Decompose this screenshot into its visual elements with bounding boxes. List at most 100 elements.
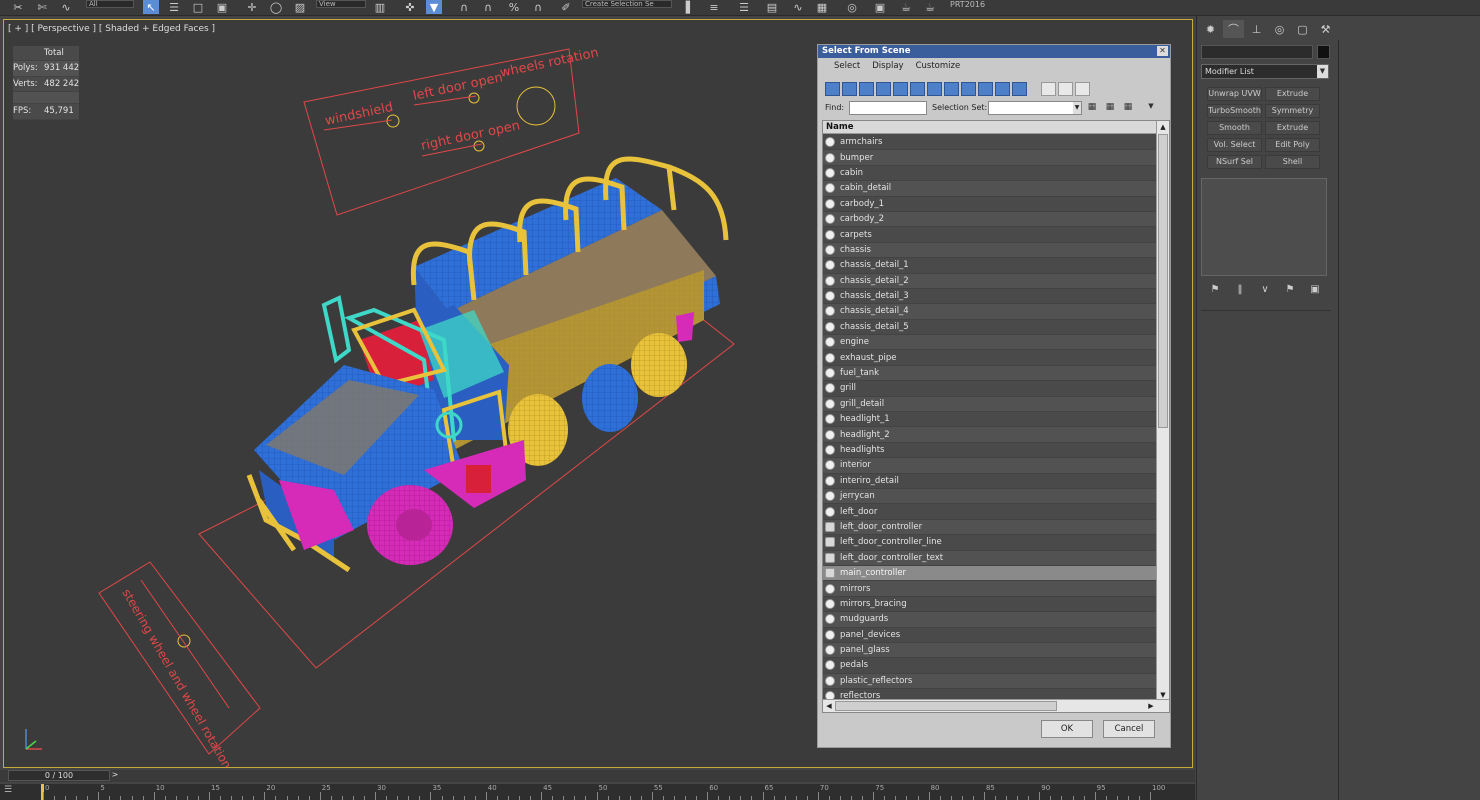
modifier-button-edit-poly[interactable]: Edit Poly xyxy=(1265,138,1320,152)
list-item[interactable]: carpets xyxy=(823,227,1157,243)
menu-select[interactable]: Select xyxy=(828,61,866,71)
find-input[interactable] xyxy=(849,101,927,115)
jerrycan[interactable] xyxy=(466,465,491,493)
scene-object-list[interactable]: Name armchairs bumper cabin cabin_detail car… xyxy=(822,120,1170,713)
list-item[interactable]: cabin_detail xyxy=(823,181,1157,197)
modifier-button-extrude[interactable]: Extrude xyxy=(1265,87,1320,101)
list-item[interactable]: mirrors_bracing xyxy=(823,596,1157,613)
filter-options-icon[interactable] xyxy=(1115,82,1130,96)
list-item[interactable]: exhaust_pipe xyxy=(823,350,1157,366)
time-slider[interactable]: 0 / 100 xyxy=(8,770,110,781)
modifier-button-nsurf-sel[interactable]: NSurf Sel xyxy=(1207,155,1262,169)
list-item[interactable]: chassis_detail_1 xyxy=(823,258,1157,274)
bind-spacewarp-icon[interactable]: ∿ xyxy=(58,0,74,14)
hierarchy-tab-icon[interactable]: ⊥ xyxy=(1246,20,1267,38)
controls-panel-helper[interactable] xyxy=(303,48,580,216)
modifier-button-vol-select[interactable]: Vol. Select xyxy=(1207,138,1262,152)
dropdown-arrow-icon[interactable]: ▼ xyxy=(1145,102,1157,114)
list-item[interactable]: mudguards xyxy=(823,612,1157,628)
display-spacewarps-icon[interactable] xyxy=(910,82,925,96)
list-item[interactable]: chassis_detail_2 xyxy=(823,273,1157,289)
object-name-field[interactable] xyxy=(1201,45,1313,59)
list-item[interactable]: chassis_detail_3 xyxy=(823,288,1157,305)
list-item[interactable]: jerrycan xyxy=(823,488,1157,505)
select-all-icon[interactable] xyxy=(1041,82,1056,96)
display-tab-icon[interactable]: ▢ xyxy=(1292,20,1313,38)
scene-explorer-icon[interactable]: ▤ xyxy=(764,0,780,14)
display-bones-icon[interactable] xyxy=(961,82,976,96)
pin-stack-icon[interactable]: ⚑ xyxy=(1205,284,1225,295)
list-item[interactable]: left_door_controller_text xyxy=(823,550,1157,566)
scroll-up-icon[interactable]: ▲ xyxy=(1157,121,1169,133)
list-item[interactable]: bumper xyxy=(823,150,1157,166)
modifier-stack[interactable] xyxy=(1201,178,1327,276)
object-color-swatch[interactable] xyxy=(1317,45,1330,59)
vertical-scroll-thumb[interactable] xyxy=(1158,134,1168,428)
left-door-controller[interactable] xyxy=(468,92,480,104)
wheels-rotation-controller[interactable] xyxy=(516,86,556,126)
list-item[interactable]: headlight_2 xyxy=(823,427,1157,443)
align-icon[interactable]: ≡ xyxy=(706,0,722,14)
mirror-left[interactable] xyxy=(321,295,352,364)
display-containers-icon[interactable] xyxy=(978,82,993,96)
select-object-icon[interactable]: ↖ xyxy=(143,0,159,14)
selection-filter-dropdown[interactable]: All xyxy=(86,0,134,8)
unlink-icon[interactable]: ✄ xyxy=(34,0,50,14)
keyboard-shortcut-icon[interactable]: ▼ xyxy=(426,0,442,14)
display-hidden-icon[interactable] xyxy=(1012,82,1027,96)
spinner-snap-icon[interactable]: ∩ xyxy=(530,0,546,14)
modifier-button-symmetry[interactable]: Symmetry xyxy=(1265,104,1320,118)
filter-icon[interactable] xyxy=(1098,82,1113,96)
display-geometry-icon[interactable] xyxy=(825,82,840,96)
ok-button[interactable]: OK xyxy=(1041,720,1093,738)
render-setup-icon[interactable]: ▣ xyxy=(872,0,888,14)
close-icon[interactable]: ✕ xyxy=(1157,46,1168,56)
pivot-icon[interactable]: ▥ xyxy=(372,0,388,14)
modifier-list-dropdown[interactable]: Modifier List ▼ xyxy=(1201,64,1329,79)
right-door-controller[interactable] xyxy=(473,140,485,152)
list-item[interactable]: left_door_controller_line xyxy=(823,535,1157,551)
list-item[interactable]: carbody_1 xyxy=(823,196,1157,212)
link-icon[interactable]: ✂ xyxy=(10,0,26,14)
list-item[interactable]: pedals xyxy=(823,658,1157,674)
list-item[interactable]: chassis_detail_5 xyxy=(823,319,1157,336)
list-item[interactable]: interior xyxy=(823,458,1157,474)
list-item[interactable]: headlights xyxy=(823,442,1157,459)
remove-modifier-icon[interactable]: ⚑ xyxy=(1280,284,1300,295)
remove-from-set-icon[interactable]: ▦ xyxy=(1122,102,1134,114)
horizontal-scroll-thumb[interactable] xyxy=(835,701,1057,711)
list-item[interactable]: armchairs xyxy=(823,135,1157,151)
layer-manager-icon[interactable]: ☰ xyxy=(736,0,752,14)
create-set-icon[interactable]: ▦ xyxy=(1086,102,1098,114)
snap-toggle-icon[interactable]: ∩ xyxy=(456,0,472,14)
reference-coord-dropdown[interactable]: View xyxy=(316,0,366,8)
show-end-result-icon[interactable]: ‖ xyxy=(1230,284,1250,295)
vertical-scrollbar[interactable]: ▲ ▼ xyxy=(1156,121,1169,701)
list-item[interactable]: panel_devices xyxy=(823,627,1157,643)
display-shapes-icon[interactable] xyxy=(842,82,857,96)
column-header-name[interactable]: Name xyxy=(823,121,1157,134)
windshield-controller[interactable] xyxy=(386,114,400,128)
mirror-icon[interactable]: ▌ xyxy=(682,0,698,14)
chevron-down-icon[interactable]: ▼ xyxy=(1073,102,1081,114)
window-crossing-icon[interactable]: ▣ xyxy=(214,0,230,14)
display-cameras-icon[interactable] xyxy=(876,82,891,96)
modifier-button-shell[interactable]: Shell xyxy=(1265,155,1320,169)
modifier-button-smooth[interactable]: Smooth xyxy=(1207,121,1262,135)
list-item[interactable]: engine xyxy=(823,335,1157,351)
render-frame-icon[interactable]: ☕ xyxy=(898,0,914,14)
list-item[interactable]: carbody_2 xyxy=(823,211,1157,228)
display-xrefs-icon[interactable] xyxy=(944,82,959,96)
display-groups-icon[interactable] xyxy=(927,82,942,96)
scroll-left-icon[interactable]: ◀ xyxy=(823,700,835,712)
rear-mudguard[interactable] xyxy=(676,312,694,342)
curve-editor-icon[interactable]: ∿ xyxy=(790,0,806,14)
dialog-titlebar[interactable]: Select From Scene ✕ xyxy=(818,45,1170,58)
configure-sets-icon[interactable]: ▣ xyxy=(1305,284,1325,295)
schematic-view-icon[interactable]: ▦ xyxy=(814,0,830,14)
list-item[interactable]: plastic_reflectors xyxy=(823,673,1157,690)
list-item[interactable]: mirrors xyxy=(823,581,1157,597)
list-item[interactable]: chassis xyxy=(823,242,1157,259)
select-by-name-icon[interactable]: ☰ xyxy=(166,0,182,14)
list-item[interactable]: chassis_detail_4 xyxy=(823,304,1157,320)
